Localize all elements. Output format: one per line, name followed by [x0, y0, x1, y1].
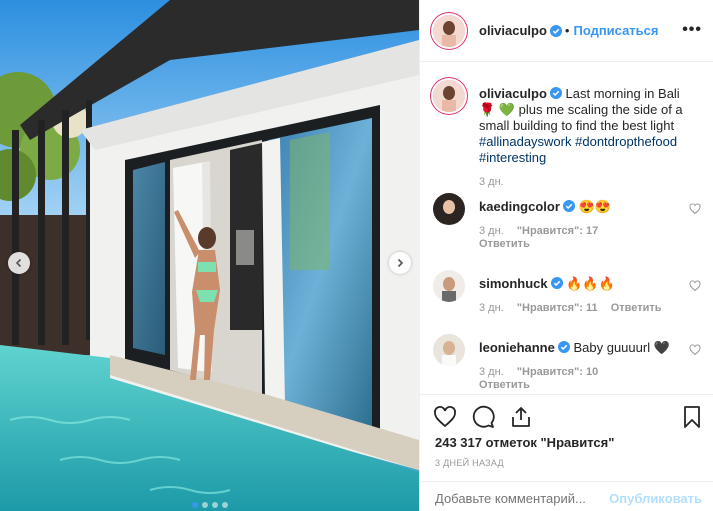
- comment-meta: 3 дн. "Нравится": 10: [479, 366, 608, 378]
- instagram-post: oliviaculpo • Подписаться ••• oliviaculp…: [0, 0, 713, 511]
- author-username[interactable]: oliviaculpo: [479, 23, 547, 38]
- add-comment-bar: Опубликовать: [420, 481, 713, 511]
- comments-list[interactable]: oliviaculpo Last morning in Bali 🌹 💚 plu…: [420, 63, 713, 393]
- bookmark-icon[interactable]: [680, 405, 704, 429]
- verified-icon: [557, 341, 570, 353]
- reply-button[interactable]: Ответить: [479, 238, 530, 250]
- avatar-image: [433, 14, 465, 47]
- verified-icon: [550, 277, 563, 289]
- prev-arrow-icon: [15, 258, 22, 268]
- comment-meta: 3 дн. "Нравится": 17: [479, 225, 608, 237]
- comment-username[interactable]: leoniehanne: [479, 340, 555, 355]
- comment-meta-row2: Ответить: [479, 238, 540, 250]
- avatar-image: [433, 193, 465, 225]
- caption-avatar[interactable]: [433, 80, 465, 112]
- comment-meta-row2: Ответить: [479, 379, 540, 391]
- comment-likes[interactable]: "Нравится": 11: [517, 302, 598, 314]
- comment-username[interactable]: kaedingcolor: [479, 199, 560, 214]
- more-icon[interactable]: •••: [682, 22, 702, 38]
- comment-text: 🔥🔥🔥: [566, 276, 615, 291]
- avatar-image: [433, 270, 465, 302]
- caption-meta: 3 дн.: [479, 176, 514, 188]
- post-photo[interactable]: [0, 0, 419, 511]
- avatar-image: [433, 80, 465, 112]
- likes-count[interactable]: 243 317 отметок "Нравится": [435, 435, 614, 450]
- prev-photo-button[interactable]: [8, 252, 30, 274]
- comment-body: leoniehanne Baby guuuurl 🖤: [479, 340, 692, 356]
- carousel-dot: [211, 502, 218, 508]
- reply-button[interactable]: Ответить: [479, 379, 530, 391]
- heart-icon[interactable]: [689, 344, 701, 356]
- post-panel: oliviaculpo • Подписаться ••• oliviaculp…: [419, 0, 713, 511]
- verified-icon: [562, 200, 575, 212]
- comment-item: simonhuck 🔥🔥🔥 3 дн. "Нравится": 11 Ответ…: [433, 270, 703, 320]
- green-heart-emoji: 💚: [498, 102, 515, 117]
- publish-button[interactable]: Опубликовать: [609, 491, 702, 506]
- heart-icon[interactable]: [433, 405, 457, 429]
- add-comment-input[interactable]: [435, 491, 605, 506]
- next-photo-button[interactable]: [389, 252, 411, 274]
- carousel-dots: [0, 502, 419, 508]
- action-icons: [433, 405, 533, 429]
- comment-time: 3 дн.: [479, 302, 504, 314]
- comment-likes[interactable]: "Нравится": 10: [517, 366, 598, 378]
- verified-icon: [549, 87, 562, 99]
- comment-time: 3 дн.: [479, 366, 504, 378]
- next-arrow-icon: [397, 258, 404, 268]
- heart-icon[interactable]: [689, 280, 701, 292]
- comment-time: 3 дн.: [479, 225, 504, 237]
- heart-icon[interactable]: [689, 203, 701, 215]
- author-avatar[interactable]: [433, 14, 465, 47]
- post-date: 3 ДНЕЙ НАЗАД: [435, 458, 504, 468]
- carousel-dot: [221, 502, 228, 508]
- reply-button[interactable]: Ответить: [611, 302, 662, 314]
- caption-username[interactable]: oliviaculpo: [479, 86, 547, 101]
- photo-scene: [0, 0, 419, 511]
- comment-meta: 3 дн. "Нравится": 11 Ответить: [479, 302, 672, 314]
- commenter-avatar[interactable]: [433, 334, 465, 366]
- comment-text: 😍😍: [578, 199, 611, 214]
- commenter-avatar[interactable]: [433, 270, 465, 302]
- verified-icon: [549, 24, 562, 37]
- comment-item: leoniehanne Baby guuuurl 🖤 3 дн. "Нравит…: [433, 334, 703, 393]
- comment-text: Baby guuuurl 🖤: [573, 340, 670, 355]
- carousel-dot: [201, 502, 208, 508]
- hashtag-link[interactable]: #interesting: [479, 150, 546, 165]
- commenter-avatar[interactable]: [433, 193, 465, 225]
- carousel-dot: [191, 502, 198, 508]
- rose-emoji: 🌹: [479, 102, 496, 117]
- header-separator: •: [564, 23, 570, 38]
- caption-time: 3 дн.: [479, 176, 504, 188]
- comment-likes[interactable]: "Нравится": 17: [517, 225, 598, 237]
- comment-body: simonhuck 🔥🔥🔥: [479, 276, 692, 292]
- comment-item: kaedingcolor 😍😍 3 дн. "Нравится": 17 Отв…: [433, 193, 703, 253]
- comment-body: kaedingcolor 😍😍: [479, 199, 692, 215]
- hashtag-link[interactable]: #dontdropthefood: [575, 134, 677, 149]
- action-bar: 243 317 отметок "Нравится" 3 ДНЕЙ НАЗАД …: [420, 394, 713, 511]
- post-header: oliviaculpo • Подписаться •••: [420, 0, 713, 62]
- comment-username[interactable]: simonhuck: [479, 276, 548, 291]
- hashtag-link[interactable]: #allinadayswork: [479, 134, 572, 149]
- share-icon[interactable]: [509, 405, 533, 429]
- avatar-image: [433, 334, 465, 366]
- caption-text-1: Last morning in Bali: [565, 86, 680, 101]
- follow-button[interactable]: Подписаться: [573, 23, 658, 38]
- caption: oliviaculpo Last morning in Bali 🌹 💚 plu…: [433, 80, 703, 188]
- caption-text: oliviaculpo Last morning in Bali 🌹 💚 plu…: [479, 86, 699, 166]
- comment-icon[interactable]: [471, 405, 495, 429]
